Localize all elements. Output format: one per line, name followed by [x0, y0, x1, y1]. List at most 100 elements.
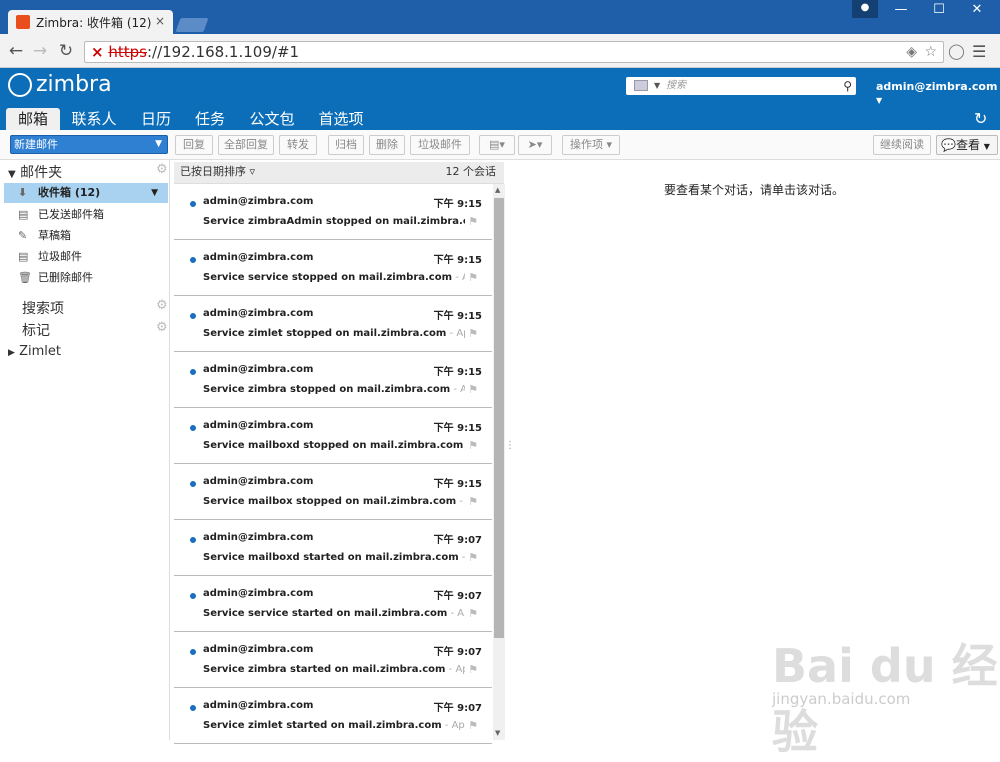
message-row[interactable]: admin@zimbra.com 下午 9:15 Service zimlet st…: [174, 296, 492, 352]
minimize-button[interactable]: —: [884, 0, 918, 22]
tab-tasks[interactable]: 任务: [188, 108, 232, 130]
message-row[interactable]: admin@zimbra.com 下午 9:07 Service zimlet st…: [174, 688, 492, 744]
tags-gear-icon[interactable]: ⚙: [156, 320, 168, 335]
tab-contacts[interactable]: 联系人: [66, 108, 122, 130]
mail-search-type-icon[interactable]: [634, 80, 648, 91]
flag-icon[interactable]: ⚑: [468, 495, 478, 508]
forward-button[interactable]: 转发: [279, 135, 317, 155]
flag-icon[interactable]: ⚑: [468, 663, 478, 676]
flag-icon[interactable]: ⚑: [468, 383, 478, 396]
message-row[interactable]: admin@zimbra.com 下午 9:15 Service mailbox s…: [174, 464, 492, 520]
chevron-down-icon[interactable]: ▼: [155, 136, 162, 153]
archive-button[interactable]: 归档: [328, 135, 364, 155]
message-sender: admin@zimbra.com: [203, 588, 314, 599]
message-fragment: - Apr: [463, 440, 465, 451]
unread-dot-icon[interactable]: [190, 649, 196, 655]
searches-gear-icon[interactable]: ⚙: [156, 298, 168, 313]
back-icon[interactable]: ←: [6, 42, 26, 62]
flag-icon[interactable]: ⚑: [468, 327, 478, 340]
reply-all-button[interactable]: 全部回复: [218, 135, 274, 155]
folder-junk[interactable]: ▤ 垃圾邮件: [0, 247, 170, 267]
profile-icon[interactable]: ●: [852, 0, 878, 18]
unread-dot-icon[interactable]: [190, 593, 196, 599]
delete-button[interactable]: 删除: [369, 135, 405, 155]
flag-icon[interactable]: ⚑: [468, 439, 478, 452]
search-input[interactable]: ▼ 搜索 ⚲: [626, 77, 856, 95]
reply-button[interactable]: 回复: [175, 135, 213, 155]
move-folder-button[interactable]: ▤▾: [479, 135, 515, 155]
flag-icon[interactable]: ⚑: [468, 719, 478, 732]
message-row[interactable]: admin@zimbra.com 下午 9:15 Service mailboxd …: [174, 408, 492, 464]
actions-button[interactable]: 操作项 ▾: [562, 135, 620, 155]
forward-icon[interactable]: →: [30, 42, 50, 62]
close-window-button[interactable]: ✕: [960, 0, 994, 22]
flag-icon[interactable]: ⚑: [468, 607, 478, 620]
message-row[interactable]: admin@zimbra.com 下午 9:07 Service zimbra st…: [174, 632, 492, 688]
scroll-up-icon[interactable]: ▲: [495, 186, 500, 194]
chevron-down-icon[interactable]: ▼: [151, 183, 158, 203]
message-subject: Service zimlet started on mail.zimbra.co…: [203, 720, 465, 731]
unread-dot-icon[interactable]: [190, 425, 196, 431]
view-button[interactable]: 💬查看 ▼: [936, 135, 998, 155]
message-time: 下午 9:15: [433, 479, 482, 490]
folder-drafts[interactable]: ✎ 草稿箱: [0, 226, 170, 246]
junk-button[interactable]: 垃圾邮件: [410, 135, 470, 155]
shield-icon[interactable]: ◯: [948, 42, 965, 60]
tab-preferences[interactable]: 首选项: [312, 108, 370, 130]
browser-tab[interactable]: Zimbra: 收件箱 (12) ×: [8, 10, 173, 34]
flag-icon[interactable]: ⚑: [468, 551, 478, 564]
message-row[interactable]: admin@zimbra.com 下午 9:15 Service service s…: [174, 240, 492, 296]
watermark-url: jingyan.baidu.com: [772, 690, 911, 708]
unread-dot-icon[interactable]: [190, 705, 196, 711]
continue-reading-button[interactable]: 继续阅读: [873, 135, 931, 155]
folder-inbox[interactable]: ⬇ 收件箱 (12) ▼: [4, 183, 168, 203]
unread-dot-icon[interactable]: [190, 313, 196, 319]
folder-trash[interactable]: 🗑 已删除邮件: [0, 268, 170, 288]
tab-calendar[interactable]: 日历: [134, 108, 178, 130]
unread-dot-icon[interactable]: [190, 201, 196, 207]
reload-icon[interactable]: ↻: [56, 42, 76, 62]
message-row[interactable]: admin@zimbra.com 下午 9:15 Service zimbra st…: [174, 352, 492, 408]
bookmark-star-icon[interactable]: ☆: [924, 42, 937, 62]
folder-sent[interactable]: ▤ 已发送邮件箱: [0, 205, 170, 225]
menu-icon[interactable]: ☰: [972, 42, 986, 61]
close-tab-icon[interactable]: ×: [155, 14, 165, 28]
chevron-down-icon[interactable]: ▼: [654, 77, 660, 95]
url-input[interactable]: × https://192.168.1.109/#1 ◈ ☆: [84, 41, 944, 63]
sort-arrow-icon[interactable]: ▿: [250, 165, 256, 178]
flag-icon[interactable]: ⚑: [468, 271, 478, 284]
tag-button[interactable]: ➤▾: [518, 135, 552, 155]
folders-header[interactable]: ▼ 邮件夹: [8, 162, 62, 182]
sort-label[interactable]: 已按日期排序: [180, 165, 246, 178]
message-row[interactable]: admin@zimbra.com 下午 9:07 Service mailboxd …: [174, 520, 492, 576]
refresh-icon[interactable]: ↻: [974, 109, 987, 128]
maximize-button[interactable]: ☐: [922, 0, 956, 22]
zimlet-header[interactable]: ▶ Zimlet: [8, 344, 61, 359]
new-tab-button[interactable]: [175, 18, 209, 32]
translate-icon[interactable]: ◈: [906, 42, 917, 62]
collapse-arrow-icon[interactable]: ▼: [8, 169, 16, 180]
message-time: 下午 9:07: [433, 647, 482, 658]
new-mail-button[interactable]: 新建邮件 ▼: [10, 135, 168, 154]
unread-dot-icon[interactable]: [190, 369, 196, 375]
searches-header[interactable]: 搜索项: [22, 298, 64, 318]
message-sender: admin@zimbra.com: [203, 700, 314, 711]
message-row[interactable]: admin@zimbra.com 下午 9:07 Service service s…: [174, 576, 492, 632]
scrollbar-thumb[interactable]: [494, 198, 504, 638]
unread-dot-icon[interactable]: [190, 537, 196, 543]
unread-dot-icon[interactable]: [190, 481, 196, 487]
message-fragment: - Apr 8 21: [448, 664, 465, 675]
search-icon[interactable]: ⚲: [843, 77, 852, 95]
message-subject: Service service stopped on mail.zimbra.c…: [203, 272, 465, 283]
unread-dot-icon[interactable]: [190, 257, 196, 263]
flag-icon[interactable]: ⚑: [468, 215, 478, 228]
scroll-down-icon[interactable]: ▼: [495, 729, 500, 737]
zimbra-logo: zimbra: [8, 72, 112, 97]
folders-gear-icon[interactable]: ⚙: [156, 162, 168, 177]
message-row[interactable]: admin@zimbra.com 下午 9:15 Service zimbraAdm…: [174, 184, 492, 240]
tab-mail[interactable]: 邮箱: [6, 108, 60, 130]
account-menu[interactable]: admin@zimbra.com ▼: [876, 80, 1000, 106]
tags-header[interactable]: 标记: [22, 320, 50, 340]
tab-briefcase[interactable]: 公文包: [243, 108, 301, 130]
expand-arrow-icon[interactable]: ▶: [8, 348, 15, 358]
